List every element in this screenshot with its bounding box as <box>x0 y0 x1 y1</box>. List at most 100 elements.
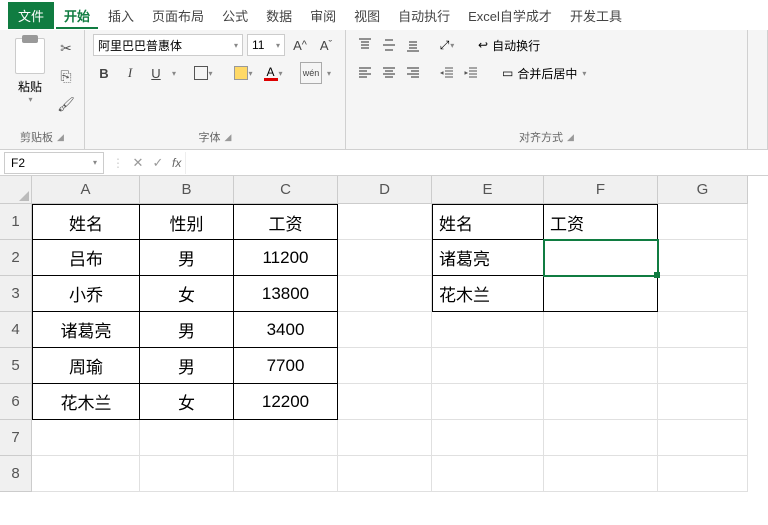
font-color-button[interactable]: A▾ <box>260 62 286 84</box>
decrease-font-button[interactable]: Aˇ <box>315 34 337 56</box>
border-button[interactable]: ▾ <box>190 62 216 84</box>
clipboard-launcher[interactable]: ◢ <box>57 132 64 143</box>
menu-excel-self[interactable]: Excel自学成才 <box>460 2 560 29</box>
cell[interactable]: 13800 <box>234 276 338 312</box>
decrease-indent-button[interactable] <box>436 62 458 84</box>
cell[interactable] <box>544 348 658 384</box>
select-all-corner[interactable] <box>0 176 32 204</box>
cell[interactable]: 男 <box>140 312 234 348</box>
cell[interactable] <box>658 384 748 420</box>
cell[interactable]: 性别 <box>140 204 234 240</box>
cell[interactable] <box>544 276 658 312</box>
cell[interactable] <box>338 204 432 240</box>
cell[interactable] <box>432 384 544 420</box>
cell[interactable] <box>658 312 748 348</box>
cell[interactable] <box>658 420 748 456</box>
cell[interactable]: 工资 <box>234 204 338 240</box>
cell[interactable] <box>544 384 658 420</box>
align-launcher[interactable]: ◢ <box>567 132 574 143</box>
align-middle-button[interactable] <box>378 34 400 56</box>
cell[interactable] <box>140 420 234 456</box>
cell[interactable] <box>658 276 748 312</box>
wrap-text-button[interactable]: ↩ 自动换行 <box>474 34 544 56</box>
cell[interactable] <box>32 420 140 456</box>
cell[interactable]: 吕布 <box>32 240 140 276</box>
merge-center-button[interactable]: ▭ 合并后居中 ▾ <box>498 62 590 84</box>
cell[interactable]: 11200 <box>234 240 338 276</box>
align-top-button[interactable] <box>354 34 376 56</box>
chevron-down-icon[interactable]: ▾ <box>327 69 331 78</box>
fx-button[interactable]: fx <box>172 156 181 170</box>
cell[interactable] <box>432 348 544 384</box>
cell[interactable]: 诸葛亮 <box>432 240 544 276</box>
underline-button[interactable]: U <box>145 62 167 84</box>
font-launcher[interactable]: ◢ <box>225 132 232 143</box>
cell[interactable] <box>338 348 432 384</box>
cell[interactable] <box>432 420 544 456</box>
row-header[interactable]: 6 <box>0 384 32 420</box>
cell[interactable] <box>32 456 140 492</box>
row-header[interactable]: 8 <box>0 456 32 492</box>
italic-button[interactable]: I <box>119 62 141 84</box>
font-name-select[interactable]: 阿里巴巴普惠体 ▾ <box>93 34 243 56</box>
cell[interactable] <box>544 420 658 456</box>
menu-formulas[interactable]: 公式 <box>214 2 256 29</box>
name-box[interactable]: F2 ▾ <box>4 152 104 174</box>
cell-selected[interactable] <box>544 240 658 276</box>
cell[interactable]: 姓名 <box>32 204 140 240</box>
menu-data[interactable]: 数据 <box>258 2 300 29</box>
col-header[interactable]: G <box>658 176 748 204</box>
cell[interactable] <box>234 420 338 456</box>
cell[interactable]: 诸葛亮 <box>32 312 140 348</box>
cell[interactable]: 女 <box>140 384 234 420</box>
row-header[interactable]: 1 <box>0 204 32 240</box>
cell[interactable] <box>658 240 748 276</box>
menu-automate[interactable]: 自动执行 <box>390 2 458 29</box>
cell[interactable]: 周瑜 <box>32 348 140 384</box>
align-bottom-button[interactable] <box>402 34 424 56</box>
cell[interactable] <box>544 312 658 348</box>
cell[interactable] <box>432 456 544 492</box>
formula-input[interactable] <box>185 152 768 174</box>
increase-indent-button[interactable] <box>460 62 482 84</box>
menu-developer[interactable]: 开发工具 <box>562 2 630 29</box>
row-header[interactable]: 2 <box>0 240 32 276</box>
cell[interactable] <box>338 384 432 420</box>
cell[interactable] <box>338 312 432 348</box>
cell[interactable]: 7700 <box>234 348 338 384</box>
cell[interactable] <box>658 348 748 384</box>
cell[interactable] <box>544 456 658 492</box>
cell[interactable] <box>338 240 432 276</box>
orientation-button[interactable]: ⤢▾ <box>436 34 458 56</box>
paste-button[interactable]: 粘贴 ▾ <box>8 34 52 104</box>
confirm-formula-button[interactable]: ✓ <box>148 155 168 171</box>
cell[interactable] <box>658 204 748 240</box>
col-header[interactable]: E <box>432 176 544 204</box>
phonetic-button[interactable]: wén <box>300 62 322 84</box>
cut-button[interactable]: ✂ <box>56 38 76 58</box>
copy-button[interactable]: ⎘ <box>56 66 76 86</box>
cell[interactable] <box>658 456 748 492</box>
col-header[interactable]: B <box>140 176 234 204</box>
menu-page-layout[interactable]: 页面布局 <box>144 2 212 29</box>
cell[interactable]: 女 <box>140 276 234 312</box>
row-header[interactable]: 7 <box>0 420 32 456</box>
cell[interactable]: 男 <box>140 348 234 384</box>
cell[interactable]: 花木兰 <box>32 384 140 420</box>
cell[interactable]: 工资 <box>544 204 658 240</box>
increase-font-button[interactable]: A^ <box>289 34 311 56</box>
format-painter-button[interactable]: 🖌 <box>56 94 76 114</box>
cell[interactable] <box>432 312 544 348</box>
col-header[interactable]: C <box>234 176 338 204</box>
row-header[interactable]: 4 <box>0 312 32 348</box>
cancel-formula-button[interactable]: ✕ <box>128 155 148 171</box>
cell[interactable] <box>338 456 432 492</box>
cell[interactable]: 男 <box>140 240 234 276</box>
cell[interactable]: 12200 <box>234 384 338 420</box>
row-header[interactable]: 3 <box>0 276 32 312</box>
col-header[interactable]: A <box>32 176 140 204</box>
align-right-button[interactable] <box>402 62 424 84</box>
cell[interactable]: 3400 <box>234 312 338 348</box>
align-left-button[interactable] <box>354 62 376 84</box>
font-size-select[interactable]: 11 ▾ <box>247 34 285 56</box>
